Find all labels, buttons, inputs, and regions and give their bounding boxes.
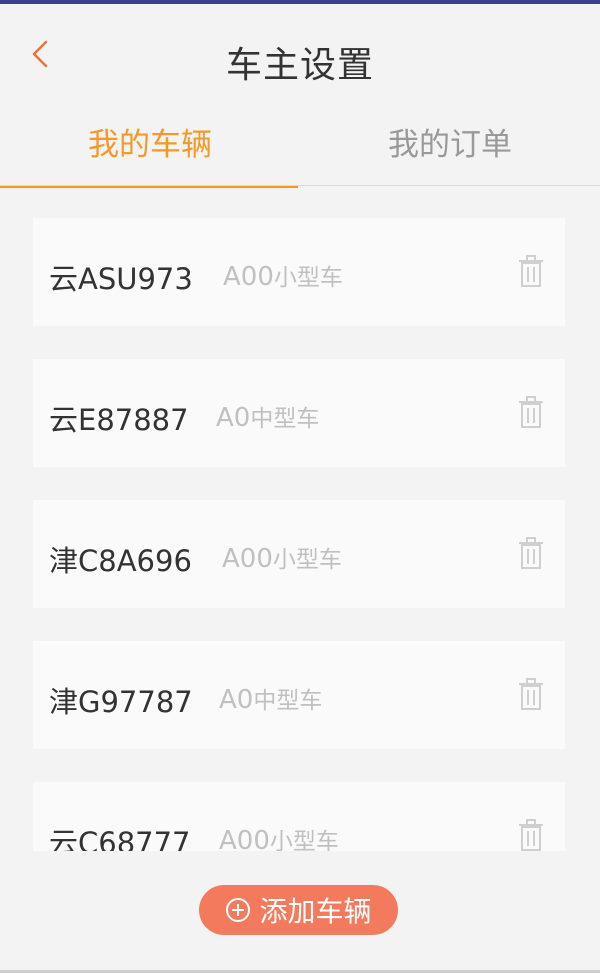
tab-bar: 我的车辆 我的订单 <box>0 104 600 188</box>
vehicle-class: 小型车 <box>273 265 343 291</box>
plus-circle-icon <box>226 898 251 922</box>
plate-number: 云ASU973 <box>49 262 193 296</box>
vehicle-card[interactable]: 云ASU973 A00小型车 <box>33 218 565 326</box>
tab-my-orders[interactable]: 我的订单 <box>300 104 600 186</box>
add-vehicle-button[interactable]: 添加车辆 <box>199 885 398 935</box>
plate-number: 云E87887 <box>49 403 189 437</box>
plate-number: 津G97787 <box>49 685 193 719</box>
vehicle-type: A0中型车 <box>219 681 322 715</box>
add-vehicle-label: 添加车辆 <box>259 895 372 928</box>
vehicle-type: A0中型车 <box>216 399 319 433</box>
trash-icon[interactable] <box>516 818 546 851</box>
vehicle-card[interactable]: 云C68777 A00小型车 <box>33 782 565 851</box>
vehicle-type: A00小型车 <box>222 540 342 574</box>
trash-icon[interactable] <box>516 395 546 429</box>
plate-number: 云C68777 <box>49 826 191 851</box>
vehicle-card[interactable]: 津G97787 A0中型车 <box>33 641 565 749</box>
vehicle-card[interactable]: 津C8A696 A00小型车 <box>33 500 565 608</box>
page-title: 车主设置 <box>225 45 374 86</box>
trash-icon[interactable] <box>516 536 546 570</box>
vehicle-list[interactable]: 云ASU973 A00小型车 云E87887 A0中型车 津C8A696 A00… <box>33 218 565 851</box>
vehicle-type: A00小型车 <box>219 822 339 851</box>
vehicle-card[interactable]: 云E87887 A0中型车 <box>33 359 565 467</box>
vehicle-class: 小型车 <box>272 547 342 573</box>
vehicle-class: 中型车 <box>250 406 320 432</box>
vehicle-model: A00 <box>219 826 270 851</box>
trash-icon[interactable] <box>516 677 546 711</box>
active-tab-indicator <box>0 186 298 188</box>
vehicle-class: 中型车 <box>253 688 323 714</box>
vehicle-class: 小型车 <box>269 829 339 851</box>
vehicle-model: A00 <box>222 544 273 574</box>
vehicle-model: A0 <box>216 403 251 433</box>
divider <box>0 185 600 186</box>
tab-my-vehicles[interactable]: 我的车辆 <box>0 104 300 186</box>
trash-icon[interactable] <box>516 254 546 288</box>
vehicle-type: A00小型车 <box>223 258 343 292</box>
plate-number: 津C8A696 <box>49 544 192 578</box>
vehicle-model: A0 <box>219 685 254 715</box>
vehicle-model: A00 <box>223 262 274 292</box>
header: 车主设置 <box>0 4 600 104</box>
